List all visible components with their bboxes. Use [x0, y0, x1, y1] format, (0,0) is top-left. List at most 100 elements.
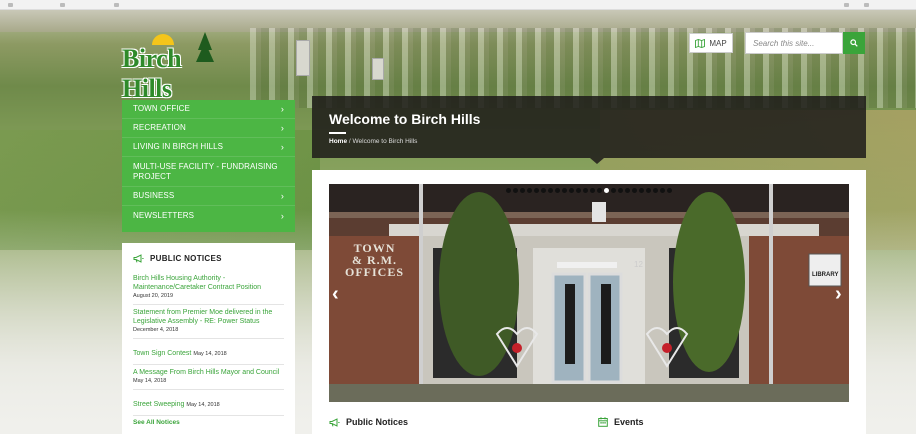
slider-dot[interactable]	[597, 188, 602, 193]
slider-dot[interactable]	[569, 188, 574, 193]
slider-dot[interactable]	[639, 188, 644, 193]
slider-dot[interactable]	[611, 188, 616, 193]
site-logo[interactable]: Birch Hills	[118, 32, 236, 103]
chevron-right-icon: ›	[280, 142, 284, 152]
browser-back-icon[interactable]	[8, 3, 13, 7]
chevron-right-icon: ›	[280, 191, 284, 201]
section-title: Public Notices	[346, 417, 409, 427]
slider-dot[interactable]	[555, 188, 560, 193]
notice-date: May 14, 2018	[133, 378, 167, 384]
photo-slider[interactable]: TOWN & R.M. OFFICES LIBRARY 12 ‹ ›	[329, 184, 849, 402]
sign-line: OFFICES	[345, 265, 405, 279]
chevron-right-icon: ›	[280, 210, 284, 221]
nav-item-label: TOWN OFFICE	[133, 104, 190, 113]
browser-chrome	[0, 0, 916, 10]
notice-link[interactable]: Birch Hills Housing Authority - Maintena…	[133, 274, 284, 292]
slider-prev-arrow[interactable]: ‹	[332, 284, 339, 304]
address-number: 12	[634, 260, 643, 269]
breadcrumb-separator: /	[348, 138, 351, 145]
search-input[interactable]	[745, 32, 843, 54]
notice-link[interactable]: Street Sweeping	[133, 401, 184, 408]
notice-item[interactable]: A Message From Birch Hills Mayor and Cou…	[133, 365, 284, 390]
nav-item-living[interactable]: LIVING IN BIRCH HILLS ›	[122, 138, 295, 157]
public-notices-section-heading[interactable]: Public Notices	[329, 417, 408, 427]
town-office-photo	[329, 184, 849, 402]
public-notices-heading: PUBLIC NOTICES	[133, 254, 284, 263]
slider-dot[interactable]	[625, 188, 630, 193]
slider-dot[interactable]	[520, 188, 525, 193]
slider-dot[interactable]	[534, 188, 539, 193]
map-label: MAP	[709, 38, 727, 48]
banner-pointer	[590, 158, 604, 164]
nav-item-town-office[interactable]: TOWN OFFICE ›	[122, 100, 295, 119]
search-icon	[850, 39, 858, 47]
slider-dot[interactable]	[562, 188, 567, 193]
page-title: Welcome to Birch Hills	[329, 111, 481, 127]
breadcrumb-home-link[interactable]: Home	[329, 138, 347, 145]
megaphone-icon	[133, 254, 144, 263]
calendar-icon	[598, 417, 608, 427]
map-button[interactable]: MAP	[689, 33, 733, 53]
nav-item-label: BUSINESS	[133, 191, 175, 200]
browser-minimize-icon[interactable]	[844, 3, 849, 7]
slider-dot[interactable]	[506, 188, 511, 193]
logo-wordmark: Birch Hills	[122, 44, 182, 103]
slider-dot[interactable]	[632, 188, 637, 193]
slider-pagination	[506, 188, 672, 193]
notice-item[interactable]: Birch Hills Housing Authority - Maintena…	[133, 271, 284, 305]
notice-item[interactable]: Street Sweeping May 14, 2018	[133, 390, 284, 416]
public-notices-panel: PUBLIC NOTICES Birch Hills Housing Autho…	[122, 243, 295, 434]
browser-maximize-icon[interactable]	[864, 3, 869, 7]
slider-dot[interactable]	[618, 188, 623, 193]
see-all-notices-link[interactable]: See All Notices	[133, 419, 284, 426]
section-title: Events	[614, 417, 644, 427]
slider-dot[interactable]	[576, 188, 581, 193]
slider-dot[interactable]	[513, 188, 518, 193]
slider-dot[interactable]	[583, 188, 588, 193]
nav-item-recreation[interactable]: RECREATION ›	[122, 119, 295, 138]
library-sign: LIBRARY	[812, 272, 839, 278]
slider-dot[interactable]	[527, 188, 532, 193]
nav-item-label: LIVING IN BIRCH HILLS	[133, 142, 224, 151]
chevron-right-icon: ›	[280, 123, 284, 133]
welcome-banner: Welcome to Birch Hills Home / Welcome to…	[312, 96, 866, 164]
browser-control-icon[interactable]	[60, 3, 65, 7]
slider-dot[interactable]	[660, 188, 665, 193]
notice-item[interactable]: Town Sign Contest May 14, 2018	[133, 339, 284, 365]
breadcrumb: Home / Welcome to Birch Hills	[329, 138, 866, 145]
browser-control-icon[interactable]	[114, 3, 119, 7]
notice-link[interactable]: Statement from Premier Moe delivered in …	[133, 308, 284, 326]
events-section-heading[interactable]: Events	[598, 417, 644, 427]
nav-item-multi-use-facility[interactable]: MULTI-USE FACILITY - FUNDRAISING PROJECT	[122, 157, 295, 187]
notice-link[interactable]: Town Sign Contest	[133, 350, 191, 357]
slider-dot[interactable]	[548, 188, 553, 193]
notice-date: August 20, 2019	[133, 293, 174, 299]
slider-dot[interactable]	[541, 188, 546, 193]
nav-item-business[interactable]: BUSINESS ›	[122, 187, 295, 206]
grain-elevator-icon	[296, 40, 310, 76]
slider-dot[interactable]	[590, 188, 595, 193]
nav-item-label: MULTI-USE FACILITY - FUNDRAISING PROJECT	[133, 161, 278, 181]
town-offices-sign: TOWN & R.M. OFFICES	[345, 242, 404, 278]
slider-dot[interactable]	[646, 188, 651, 193]
nav-item-newsletters[interactable]: NEWSLETTERS ›	[122, 206, 295, 225]
slider-dot[interactable]	[653, 188, 658, 193]
megaphone-icon	[329, 417, 340, 427]
nav-item-label: NEWSLETTERS	[133, 210, 195, 220]
notice-link[interactable]: A Message From Birch Hills Mayor and Cou…	[133, 368, 284, 377]
chevron-right-icon: ›	[280, 104, 284, 114]
grain-elevator-icon	[372, 58, 384, 80]
notice-date: May 14, 2018	[186, 402, 220, 408]
notice-date: May 14, 2018	[193, 351, 227, 357]
map-icon	[695, 38, 706, 48]
slider-dot[interactable]	[667, 188, 672, 193]
notice-date: December 4, 2018	[133, 327, 179, 333]
nav-item-label: RECREATION	[133, 123, 186, 132]
slider-dot[interactable]	[604, 188, 609, 193]
slider-next-arrow[interactable]: ›	[835, 284, 842, 304]
main-navigation: TOWN OFFICE › RECREATION › LIVING IN BIR…	[122, 100, 295, 232]
breadcrumb-current: Welcome to Birch Hills	[352, 138, 418, 145]
search-button[interactable]	[843, 32, 865, 54]
notice-item[interactable]: Statement from Premier Moe delivered in …	[133, 305, 284, 339]
public-notices-title: PUBLIC NOTICES	[150, 254, 222, 263]
